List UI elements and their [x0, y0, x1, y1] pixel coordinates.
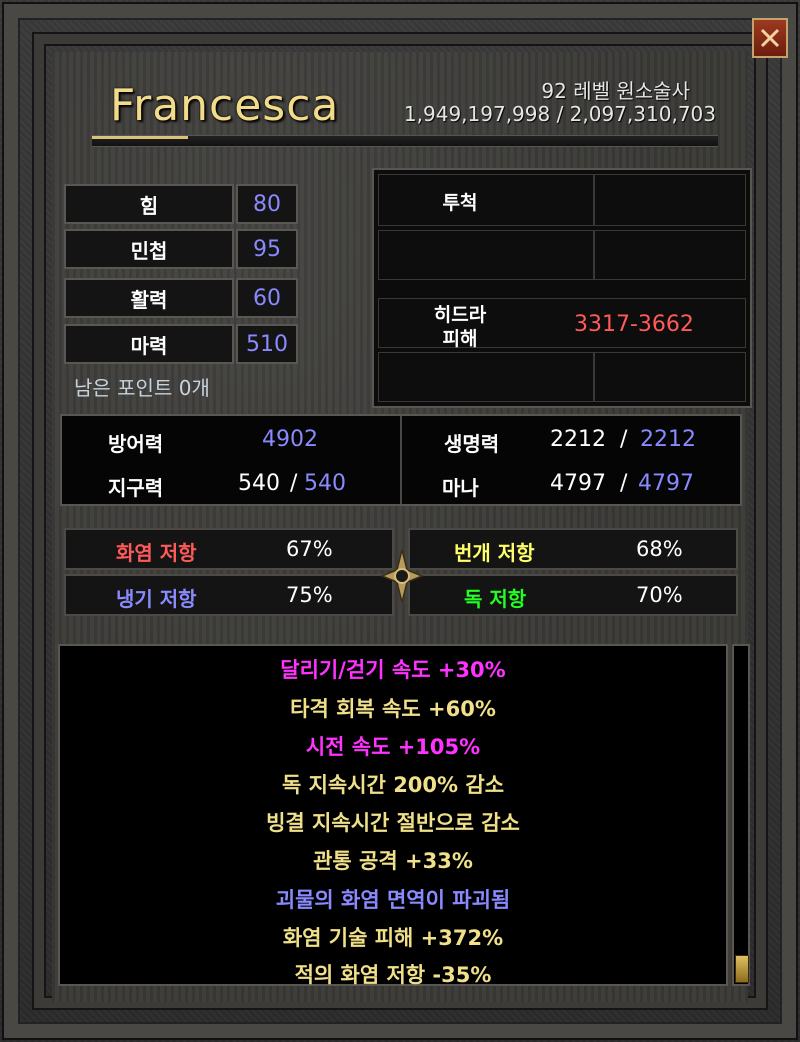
bonus-line: 화염 기술 피해 +372%: [282, 926, 504, 950]
skill-slot: [594, 174, 746, 226]
mana-separator: /: [620, 471, 628, 496]
fire-resist-label: 화염 저항: [116, 541, 197, 565]
attribute-label: 활력: [64, 278, 234, 318]
stamina-label: 지구력: [108, 476, 164, 500]
attribute-row: 활력 60: [64, 278, 298, 320]
lightning-resist-value: 68%: [636, 537, 683, 561]
experience-value: 1,949,197,998 / 2,097,310,703: [403, 102, 716, 126]
scrollbar[interactable]: [732, 644, 750, 986]
skill-damage-value: 3317-3662: [574, 312, 694, 337]
stamina-current: 540: [238, 471, 280, 496]
scroll-thumb[interactable]: [735, 955, 749, 983]
level-class: 92 레벨 원소술사: [541, 79, 690, 103]
life-current: 2212: [550, 427, 606, 452]
divider: [400, 416, 402, 504]
defense-block: 방어력 4902 지구력 540 / 540 생명력 2212 / 2212 마…: [60, 414, 742, 506]
close-icon: [760, 28, 780, 48]
attribute-value: 510: [236, 324, 298, 364]
bonus-line: 시전 속도 +105%: [305, 735, 481, 759]
bonus-line: 타격 회복 속도 +60%: [290, 697, 496, 721]
mana-current: 4797: [550, 471, 606, 496]
skill-slot[interactable]: [378, 230, 594, 280]
skill-slot: [594, 352, 746, 402]
defense-value: 4902: [262, 427, 318, 452]
attribute-label: 민첩: [64, 229, 234, 269]
attribute-value: 95: [236, 229, 298, 269]
bonus-line: 관통 공격 +33%: [313, 849, 473, 873]
attribute-label: 마력: [64, 324, 234, 364]
close-button[interactable]: [752, 18, 788, 58]
life-label: 생명력: [444, 432, 500, 456]
bonus-line: 달리기/걷기 속도 +30%: [280, 658, 506, 682]
skill-label: 피해: [442, 328, 478, 350]
remaining-points: 남은 포인트 0개: [74, 376, 210, 400]
cold-resist-label: 냉기 저항: [116, 587, 197, 611]
emblem-icon: [380, 549, 424, 603]
resistance-box: 번개 저항 68%: [408, 528, 738, 570]
attribute-row: 민첩 95: [64, 229, 298, 271]
attribute-row: 마력 510: [64, 324, 298, 366]
cold-resist-value: 75%: [286, 583, 333, 607]
attribute-value: 60: [236, 278, 298, 318]
life-max: 2212: [640, 427, 696, 452]
bonus-list: 달리기/걷기 속도 +30% 타격 회복 속도 +60% 시전 속도 +105%…: [58, 644, 728, 987]
experience-bar: [92, 135, 718, 147]
stamina-separator: /: [290, 471, 298, 496]
skill-label: 투척: [442, 192, 478, 214]
lightning-resist-label: 번개 저항: [454, 541, 535, 565]
skill-label: 히드라: [433, 304, 487, 326]
attribute-value: 80: [236, 184, 298, 224]
life-separator: /: [620, 427, 628, 452]
poison-resist-label: 독 저항: [464, 587, 527, 611]
fire-resist-value: 67%: [286, 537, 333, 561]
skill-slot: [594, 230, 746, 280]
resistance-box: 화염 저항 67%: [64, 528, 394, 570]
defense-label: 방어력: [108, 432, 164, 456]
resistance-box: 독 저항 70%: [408, 574, 738, 616]
mana-label: 마나: [442, 476, 479, 500]
stamina-max: 540: [304, 471, 346, 496]
bonus-line: 괴물의 화염 면역이 파괴됨: [275, 888, 511, 912]
bonus-line: 독 지속시간 200% 감소: [281, 773, 505, 797]
mana-max: 4797: [638, 471, 694, 496]
skill-damage-panel: 투척 히드라 피해 3317-3662: [372, 168, 752, 408]
character-name: Francesca: [110, 80, 340, 131]
character-panel: Francesca 92 레벨 원소술사 1,949,197,998 / 2,0…: [0, 0, 800, 1042]
bonus-line: 적의 화염 저항 -35%: [294, 963, 492, 987]
resistance-box: 냉기 저항 75%: [64, 574, 394, 616]
attribute-label: 힘: [64, 184, 234, 224]
skill-slot[interactable]: [378, 352, 594, 402]
attribute-row: 힘 80: [64, 184, 298, 226]
poison-resist-value: 70%: [636, 583, 683, 607]
bonus-line: 빙결 지속시간 절반으로 감소: [266, 811, 520, 835]
